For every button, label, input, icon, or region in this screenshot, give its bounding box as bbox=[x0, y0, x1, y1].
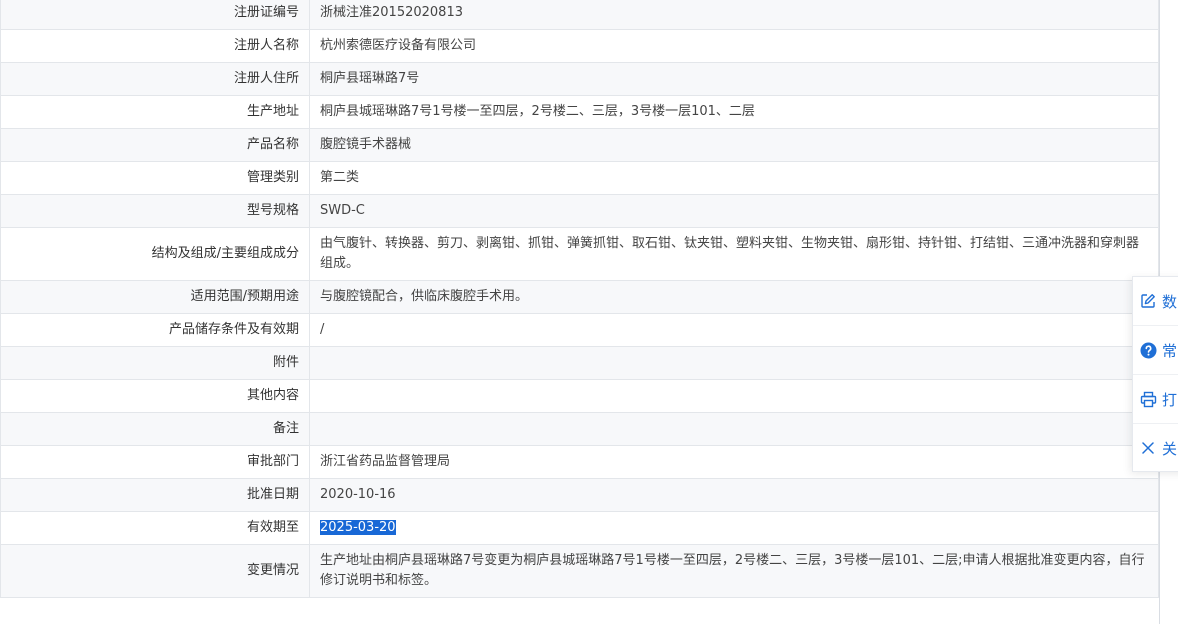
row-value: 由气腹针、转换器、剪刀、剥离钳、抓钳、弹簧抓钳、取石钳、钛夹钳、塑料夹钳、生物夹… bbox=[309, 227, 1159, 281]
floating-action-panel: 数 常 打 关 bbox=[1132, 276, 1178, 472]
row-value: SWD-C bbox=[309, 194, 1159, 228]
data-feedback-button[interactable]: 数 bbox=[1133, 277, 1178, 326]
float-item-label: 常 bbox=[1162, 341, 1178, 360]
row-value: 第二类 bbox=[309, 161, 1159, 195]
table-row: 管理类别 第二类 bbox=[0, 161, 1159, 195]
row-value: 浙江省药品监督管理局 bbox=[309, 445, 1159, 479]
table-row: 有效期至 2025-03-20 bbox=[0, 511, 1159, 545]
table-row: 型号规格 SWD-C bbox=[0, 194, 1159, 228]
row-label: 变更情况 bbox=[0, 544, 310, 598]
table-row: 批准日期 2020-10-16 bbox=[0, 478, 1159, 512]
close-icon bbox=[1139, 439, 1157, 457]
row-value: 生产地址由桐庐县瑶琳路7号变更为桐庐县城瑶琳路7号1号楼一至四层，2号楼二、三层… bbox=[309, 544, 1159, 598]
row-label: 注册人名称 bbox=[0, 29, 310, 63]
row-value: / bbox=[309, 313, 1159, 347]
faq-button[interactable]: 常 bbox=[1133, 326, 1178, 375]
printer-icon bbox=[1139, 390, 1157, 408]
row-label: 注册人住所 bbox=[0, 62, 310, 96]
print-button[interactable]: 打 bbox=[1133, 375, 1178, 424]
row-label: 其他内容 bbox=[0, 379, 310, 413]
row-label: 备注 bbox=[0, 412, 310, 446]
registration-detail-table: 注册证编号 浙械注准20152020813 注册人名称 杭州索德医疗设备有限公司… bbox=[0, 0, 1159, 598]
row-label: 型号规格 bbox=[0, 194, 310, 228]
row-label: 附件 bbox=[0, 346, 310, 380]
table-row: 产品名称 腹腔镜手术器械 bbox=[0, 128, 1159, 162]
table-row: 注册人住所 桐庐县瑶琳路7号 bbox=[0, 62, 1159, 96]
table-row: 生产地址 桐庐县城瑶琳路7号1号楼一至四层，2号楼二、三层，3号楼一层101、二… bbox=[0, 95, 1159, 129]
row-label: 审批部门 bbox=[0, 445, 310, 479]
row-label: 结构及组成/主要组成成分 bbox=[0, 227, 310, 281]
table-row: 审批部门 浙江省药品监督管理局 bbox=[0, 445, 1159, 479]
row-label: 有效期至 bbox=[0, 511, 310, 545]
row-value: 杭州索德医疗设备有限公司 bbox=[309, 29, 1159, 63]
row-value: 2020-10-16 bbox=[309, 478, 1159, 512]
float-item-label: 关 bbox=[1162, 439, 1178, 458]
row-label: 批准日期 bbox=[0, 478, 310, 512]
row-value bbox=[309, 346, 1159, 380]
float-item-label: 打 bbox=[1162, 390, 1178, 409]
row-value bbox=[309, 379, 1159, 413]
table-row: 附件 bbox=[0, 346, 1159, 380]
row-value: 2025-03-20 bbox=[309, 511, 1159, 545]
close-button[interactable]: 关 bbox=[1133, 424, 1178, 471]
row-value: 桐庐县瑶琳路7号 bbox=[309, 62, 1159, 96]
row-label: 产品名称 bbox=[0, 128, 310, 162]
row-value: 浙械注准20152020813 bbox=[309, 0, 1159, 30]
row-label: 产品储存条件及有效期 bbox=[0, 313, 310, 347]
row-value bbox=[309, 412, 1159, 446]
table-row: 注册人名称 杭州索德医疗设备有限公司 bbox=[0, 29, 1159, 63]
row-label: 适用范围/预期用途 bbox=[0, 280, 310, 314]
table-row: 变更情况 生产地址由桐庐县瑶琳路7号变更为桐庐县城瑶琳路7号1号楼一至四层，2号… bbox=[0, 544, 1159, 598]
row-label: 管理类别 bbox=[0, 161, 310, 195]
selected-text: 2025-03-20 bbox=[320, 520, 396, 535]
row-value: 与腹腔镜配合，供临床腹腔手术用。 bbox=[309, 280, 1159, 314]
table-row: 备注 bbox=[0, 412, 1159, 446]
table-row: 其他内容 bbox=[0, 379, 1159, 413]
row-value: 桐庐县城瑶琳路7号1号楼一至四层，2号楼二、三层，3号楼一层101、二层 bbox=[309, 95, 1159, 129]
edit-icon bbox=[1139, 292, 1157, 310]
help-circle-icon bbox=[1139, 341, 1157, 359]
table-row: 适用范围/预期用途 与腹腔镜配合，供临床腹腔手术用。 bbox=[0, 280, 1159, 314]
table-row: 产品储存条件及有效期 / bbox=[0, 313, 1159, 347]
row-value: 腹腔镜手术器械 bbox=[309, 128, 1159, 162]
table-row: 注册证编号 浙械注准20152020813 bbox=[0, 0, 1159, 30]
row-label: 注册证编号 bbox=[0, 0, 310, 30]
table-row: 结构及组成/主要组成成分 由气腹针、转换器、剪刀、剥离钳、抓钳、弹簧抓钳、取石钳… bbox=[0, 227, 1159, 281]
float-item-label: 数 bbox=[1162, 292, 1178, 311]
row-label: 生产地址 bbox=[0, 95, 310, 129]
